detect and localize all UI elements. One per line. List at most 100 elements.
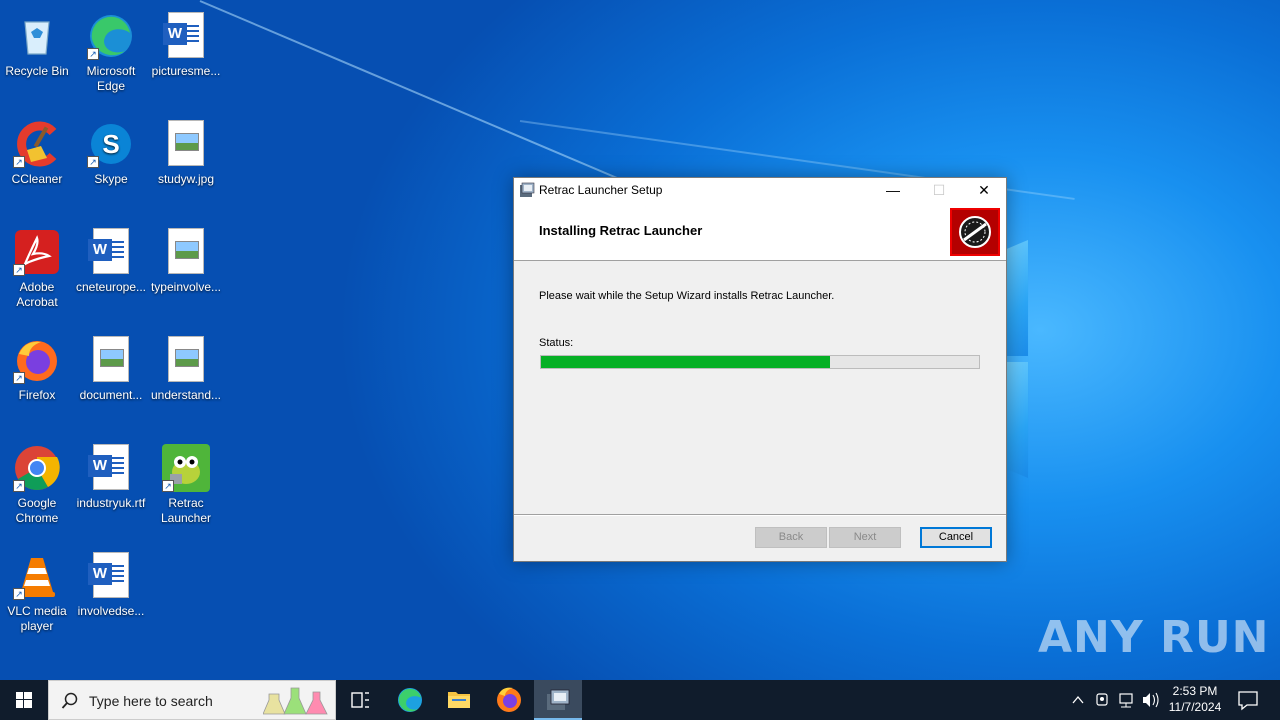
word-document-icon: W bbox=[87, 552, 135, 600]
cancel-button[interactable]: Cancel bbox=[920, 527, 992, 548]
desktop-icon[interactable]: understand... bbox=[149, 336, 223, 403]
notification-center-icon bbox=[1238, 691, 1258, 711]
edge-icon: ↗ bbox=[87, 12, 135, 60]
desktop-icon[interactable]: Wcneteurope... bbox=[74, 228, 148, 295]
maximize-button[interactable]: ☐ bbox=[916, 178, 962, 202]
shortcut-arrow-icon: ↗ bbox=[13, 156, 25, 168]
shortcut-arrow-icon: ↗ bbox=[13, 480, 25, 492]
back-button[interactable]: Back bbox=[755, 527, 827, 548]
status-label: Status: bbox=[539, 337, 574, 349]
vlc-icon: ↗ bbox=[13, 552, 61, 600]
image-file-icon bbox=[162, 120, 210, 168]
install-progress-bar bbox=[540, 355, 980, 369]
image-file-icon bbox=[87, 336, 135, 384]
desktop-icon-label: typeinvolve... bbox=[150, 280, 222, 294]
shortcut-arrow-icon: ↗ bbox=[13, 588, 25, 600]
word-document-icon: W bbox=[162, 12, 210, 60]
desktop-icon[interactable]: typeinvolve... bbox=[149, 228, 223, 295]
desktop-icon[interactable]: document... bbox=[74, 336, 148, 403]
volume-icon[interactable] bbox=[1143, 692, 1159, 708]
anyrun-watermark: ANY RUN bbox=[1038, 612, 1270, 663]
desktop-icon[interactable]: ↗ VLC media player bbox=[0, 552, 74, 634]
lab-flasks-icon bbox=[263, 687, 328, 715]
word-document-icon: W bbox=[87, 228, 135, 276]
image-file-icon bbox=[162, 336, 210, 384]
shortcut-arrow-icon: ↗ bbox=[162, 480, 174, 492]
desktop-icon-label: Retrac Launcher bbox=[160, 496, 212, 525]
desktop-icon[interactable]: ↗ Microsoft Edge bbox=[74, 12, 148, 94]
minimize-button[interactable]: — bbox=[870, 178, 916, 202]
dialog-title: Retrac Launcher Setup bbox=[539, 183, 663, 197]
setup-dialog: Retrac Launcher Setup — ☐ ✕ Installing R… bbox=[513, 177, 1007, 562]
desktop-icon[interactable]: Winvolvedse... bbox=[74, 552, 148, 619]
header-title: Installing Retrac Launcher bbox=[539, 223, 703, 238]
windows-logo-pane bbox=[1006, 362, 1028, 478]
clock-date: 11/7/2024 bbox=[1168, 700, 1222, 714]
desktop-icon[interactable]: Wpicturesme... bbox=[149, 12, 223, 79]
desktop-icon-label: studyw.jpg bbox=[157, 172, 215, 186]
system-tray bbox=[1068, 680, 1159, 720]
desktop-icon-label: Adobe Acrobat bbox=[16, 280, 58, 309]
word-document-icon: W bbox=[87, 444, 135, 492]
setup-installer-icon bbox=[520, 182, 535, 197]
desktop-icon-label: Google Chrome bbox=[15, 496, 59, 525]
retrac-launcher-icon: ↗ bbox=[162, 444, 210, 492]
meet-now-icon[interactable] bbox=[1096, 693, 1108, 706]
desktop-icon[interactable]: Windustryuk.rtf bbox=[74, 444, 148, 511]
network-icon[interactable] bbox=[1119, 693, 1133, 708]
desktop-icon-label: VLC media player bbox=[7, 604, 67, 633]
task-view-button[interactable] bbox=[336, 680, 384, 720]
taskbar-search-box[interactable]: Type here to search bbox=[48, 680, 336, 720]
notifications-button[interactable] bbox=[1228, 680, 1276, 720]
desktop-icon[interactable]: studyw.jpg bbox=[149, 120, 223, 187]
edge-icon bbox=[398, 688, 422, 712]
firefox-icon: ↗ bbox=[13, 336, 61, 384]
recycle-bin-icon bbox=[13, 12, 61, 60]
taskbar-firefox[interactable] bbox=[485, 680, 533, 720]
desktop-icon[interactable]: ↗ Google Chrome bbox=[0, 444, 74, 526]
file-explorer-icon bbox=[448, 692, 470, 708]
desktop-icon[interactable]: ↗ Retrac Launcher bbox=[149, 444, 223, 526]
acrobat-icon: ↗ bbox=[13, 228, 61, 276]
chrome-icon: ↗ bbox=[13, 444, 61, 492]
taskbar-edge[interactable] bbox=[386, 680, 434, 720]
desktop-icon[interactable]: Recycle Bin bbox=[0, 12, 74, 79]
task-view-icon bbox=[351, 692, 369, 708]
skype-icon: S ↗ bbox=[87, 120, 135, 168]
taskbar-setup-installer[interactable] bbox=[534, 680, 582, 720]
search-icon bbox=[61, 692, 78, 709]
shortcut-arrow-icon: ↗ bbox=[87, 48, 99, 60]
desktop-icon[interactable]: ↗ Firefox bbox=[0, 336, 74, 403]
shortcut-arrow-icon: ↗ bbox=[13, 372, 25, 384]
ccleaner-icon: ↗ bbox=[13, 120, 61, 168]
desktop-icon-label: picturesme... bbox=[151, 64, 221, 78]
show-hidden-icons-chevron-icon[interactable] bbox=[1072, 695, 1084, 704]
dialog-titlebar[interactable]: Retrac Launcher Setup — ☐ ✕ bbox=[514, 178, 1006, 202]
clock-time: 2:53 PM bbox=[1172, 684, 1218, 698]
desktop-icon-label: involvedse... bbox=[77, 604, 145, 618]
taskbar-file-explorer[interactable] bbox=[435, 680, 483, 720]
dialog-header: Installing Retrac Launcher bbox=[514, 202, 1006, 261]
shortcut-arrow-icon: ↗ bbox=[87, 156, 99, 168]
desktop-icon-label: cneteurope... bbox=[75, 280, 147, 294]
next-button[interactable]: Next bbox=[829, 527, 901, 548]
windows-logo-pane bbox=[1006, 240, 1028, 356]
progress-fill bbox=[541, 356, 831, 368]
close-button[interactable]: ✕ bbox=[961, 178, 1007, 202]
desktop-icon-label: Recycle Bin bbox=[5, 64, 69, 78]
installer-logo-icon bbox=[950, 208, 1000, 256]
taskbar-clock[interactable]: 2:53 PM 11/7/2024 bbox=[1160, 683, 1230, 715]
desktop-icon-label: Firefox bbox=[18, 388, 56, 402]
desktop-icon[interactable]: ↗ CCleaner bbox=[0, 120, 74, 187]
svg-text:S: S bbox=[102, 129, 119, 159]
desktop-icon[interactable]: S ↗ Skype bbox=[74, 120, 148, 187]
image-file-icon bbox=[162, 228, 210, 276]
desktop-icon[interactable]: ↗ Adobe Acrobat bbox=[0, 228, 74, 310]
start-button[interactable] bbox=[0, 680, 48, 720]
dialog-divider bbox=[514, 514, 1006, 516]
shortcut-arrow-icon: ↗ bbox=[13, 264, 25, 276]
desktop-icon-label: industryuk.rtf bbox=[76, 496, 146, 510]
install-message: Please wait while the Setup Wizard insta… bbox=[539, 290, 835, 302]
taskbar: Type here to search 2:53 PM 11/7/2024 bbox=[0, 680, 1280, 720]
desktop-icon-label: Skype bbox=[94, 172, 128, 186]
